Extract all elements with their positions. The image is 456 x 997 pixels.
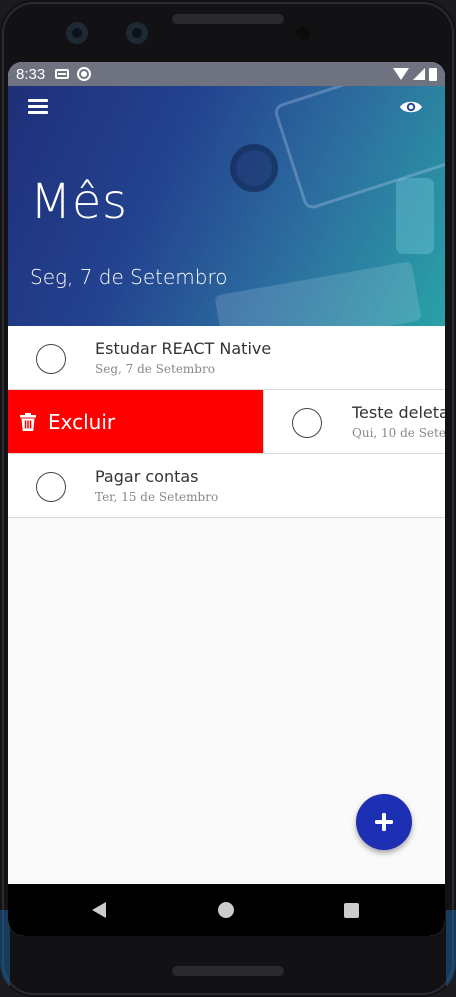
coffee-cup-illustration bbox=[230, 144, 278, 192]
task-date: Seg, 7 de Setembro bbox=[95, 362, 215, 376]
task-checkbox[interactable] bbox=[292, 408, 322, 438]
task-row[interactable]: Estudar REACT Native Seg, 7 de Setembro bbox=[8, 326, 445, 390]
eye-icon[interactable] bbox=[399, 99, 423, 115]
status-bar: 8:33 bbox=[8, 62, 445, 86]
battery-icon bbox=[429, 67, 437, 81]
task-checkbox[interactable] bbox=[36, 472, 66, 502]
proximity-sensor-icon bbox=[296, 26, 310, 40]
phone-illustration bbox=[396, 178, 434, 254]
task-title: Teste deletar bbox=[352, 403, 445, 422]
page-title: Mês bbox=[30, 174, 128, 230]
delete-button[interactable]: Excluir bbox=[8, 390, 263, 453]
sim-card-icon bbox=[55, 69, 70, 79]
frame-accent-right bbox=[446, 910, 456, 997]
bottom-speaker bbox=[172, 966, 284, 976]
task-date: Ter, 15 de Setembro bbox=[95, 490, 219, 504]
task-content: Teste deletar Qui, 10 de Setembro bbox=[263, 390, 445, 453]
status-right bbox=[393, 67, 437, 81]
task-content: Pagar contas Ter, 15 de Setembro bbox=[8, 454, 445, 517]
trash-icon bbox=[20, 413, 36, 431]
signal-icon bbox=[413, 68, 425, 80]
recents-icon[interactable] bbox=[344, 903, 359, 918]
screen: 8:33 Mês Seg, 7 de Setembro Estudar REAC… bbox=[8, 62, 445, 936]
task-row-swiped[interactable]: Excluir Teste deletar Qui, 10 de Setembr… bbox=[8, 390, 445, 454]
task-title: Estudar REACT Native bbox=[95, 339, 272, 358]
notebook-illustration bbox=[214, 261, 422, 326]
task-content: Estudar REACT Native Seg, 7 de Setembro bbox=[8, 326, 445, 389]
system-nav-bar bbox=[8, 884, 445, 936]
task-row[interactable]: Pagar contas Ter, 15 de Setembro bbox=[8, 454, 445, 518]
home-icon[interactable] bbox=[218, 902, 234, 918]
at-sign-icon bbox=[77, 67, 92, 81]
back-icon[interactable] bbox=[92, 902, 106, 918]
plus-icon bbox=[375, 813, 393, 831]
front-camera-icon bbox=[66, 22, 88, 44]
status-time: 8:33 bbox=[16, 65, 46, 83]
add-task-button[interactable] bbox=[356, 794, 412, 850]
front-sensor-icon bbox=[126, 22, 148, 44]
hamburger-menu-icon[interactable] bbox=[28, 98, 50, 116]
task-list: Estudar REACT Native Seg, 7 de Setembro … bbox=[8, 326, 445, 518]
task-date: Qui, 10 de Setembro bbox=[352, 426, 445, 440]
current-date: Seg, 7 de Setembro bbox=[30, 265, 228, 289]
wifi-icon bbox=[393, 68, 409, 80]
header-banner: Mês Seg, 7 de Setembro bbox=[8, 86, 445, 326]
earpiece-speaker bbox=[172, 14, 284, 24]
phone-frame: 8:33 Mês Seg, 7 de Setembro Estudar REAC… bbox=[0, 0, 456, 997]
task-checkbox[interactable] bbox=[36, 344, 66, 374]
delete-label: Excluir bbox=[48, 410, 116, 434]
task-title: Pagar contas bbox=[95, 467, 199, 486]
